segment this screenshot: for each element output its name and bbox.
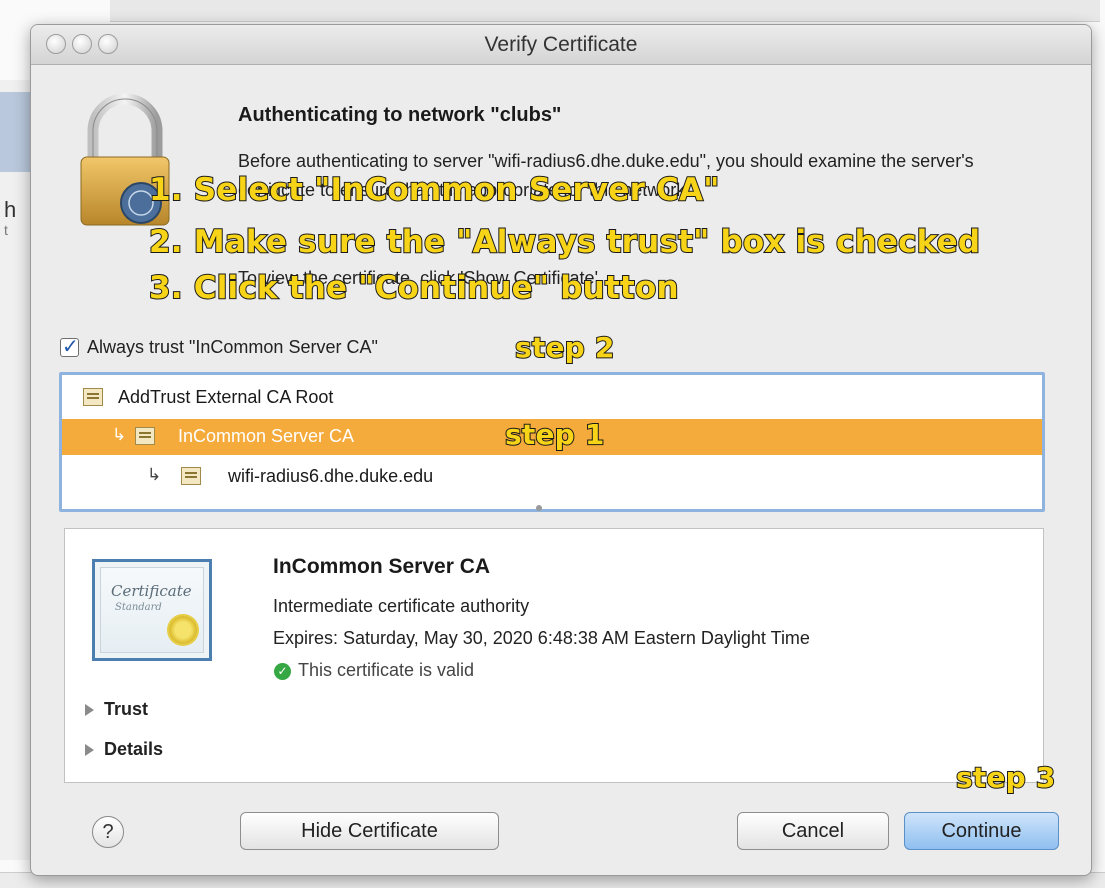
details-section-toggle[interactable]: Details [85, 739, 163, 760]
titlebar[interactable]: Verify Certificate [31, 25, 1091, 65]
annotation-step-2-instruction: 2. Make sure the "Always trust" box is c… [148, 223, 981, 261]
verify-certificate-dialog: Verify Certificate Authenticating to net… [30, 24, 1092, 876]
splitter-handle[interactable] [536, 505, 542, 511]
certificate-image-text: Certificate [111, 582, 192, 600]
certificate-icon [181, 467, 201, 485]
certificate-icon [135, 427, 155, 445]
cert-detail-title: InCommon Server CA [273, 555, 491, 578]
cert-chain-label: AddTrust External CA Root [118, 387, 334, 407]
disclosure-triangle-icon [85, 744, 94, 757]
auth-heading: Authenticating to network "clubs" [238, 104, 562, 126]
certificate-image-subtext: Standard [115, 602, 162, 613]
annotation-step-3-instruction: 3. Click the "Continue" button [148, 269, 680, 307]
window-title: Verify Certificate [484, 33, 638, 56]
annotation-step-1-instruction: 1. Select "InCommon Server CA" [148, 171, 720, 209]
cert-validity-status: This certificate is valid [298, 660, 475, 680]
child-arrow-icon: ↳ [147, 465, 162, 484]
certificate-details-panel: Certificate Standard InCommon Server CA … [64, 528, 1044, 783]
help-button[interactable]: ? [92, 816, 124, 848]
cert-chain-label: InCommon Server CA [178, 426, 355, 446]
annotation-step-2-label: step 2 [514, 330, 615, 365]
cancel-button[interactable]: Cancel [737, 812, 889, 850]
certificate-image-icon: Certificate Standard [92, 559, 212, 661]
background-sidebar-selection [0, 92, 30, 172]
certificate-image-inner: Certificate Standard [100, 567, 204, 653]
always-trust-label[interactable]: Always trust "InCommon Server CA" [87, 337, 378, 358]
certificate-icon [83, 388, 103, 406]
cert-chain-item-leaf[interactable]: ↳ wifi-radius6.dhe.duke.edu [62, 459, 1042, 495]
valid-checkmark-icon: ✓ [274, 663, 291, 680]
child-arrow-icon: ↳ [112, 425, 127, 444]
cert-chain-label: wifi-radius6.dhe.duke.edu [228, 466, 434, 486]
always-trust-checkbox[interactable] [60, 334, 79, 359]
disclosure-triangle-icon [85, 704, 94, 717]
cert-chain-item-root[interactable]: AddTrust External CA Root [62, 380, 1042, 416]
certificate-seal-icon [169, 616, 197, 644]
details-section-label: Details [104, 739, 164, 759]
annotation-step-1-label: step 1 [504, 417, 605, 452]
cert-detail-expiry: Expires: Saturday, May 30, 2020 6:48:38 … [273, 628, 810, 648]
lock-icon [80, 93, 170, 226]
trust-section-toggle[interactable]: Trust [85, 699, 148, 720]
hide-certificate-button[interactable]: Hide Certificate [240, 812, 499, 850]
background-text: h [4, 197, 17, 222]
background-titlebar [110, 0, 1100, 22]
continue-button[interactable]: Continue [904, 812, 1059, 850]
annotation-step-3-label: step 3 [955, 760, 1056, 795]
trust-section-label: Trust [104, 699, 149, 719]
cert-detail-type: Intermediate certificate authority [273, 596, 530, 616]
background-text: t [4, 222, 8, 238]
